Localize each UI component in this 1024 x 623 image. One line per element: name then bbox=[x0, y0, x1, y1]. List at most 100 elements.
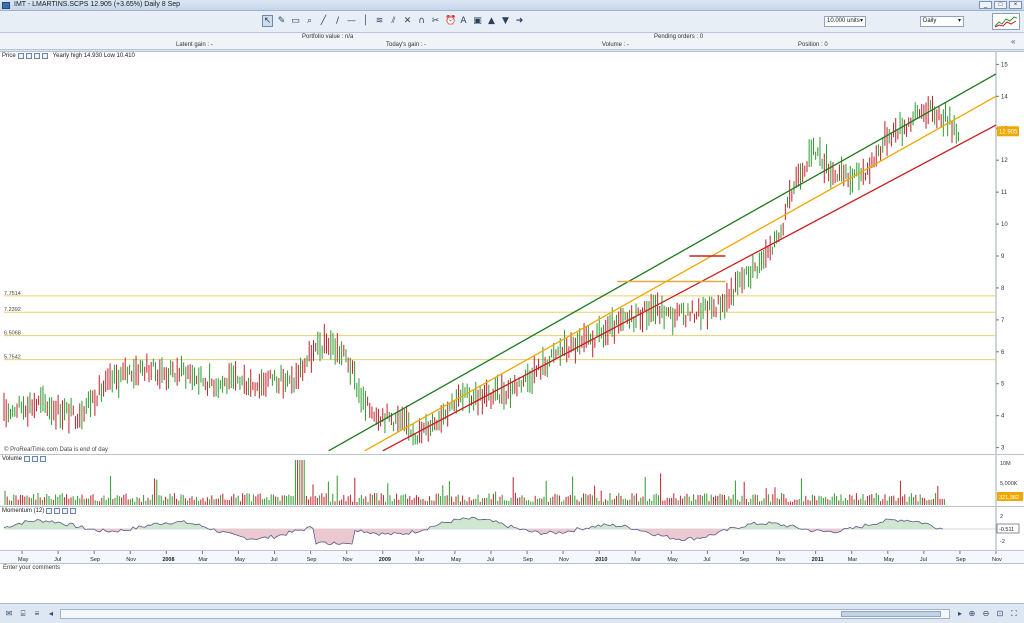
zoom-icon[interactable]: ⌕ bbox=[304, 15, 315, 27]
chart-type-button[interactable] bbox=[992, 13, 1020, 30]
volume-tick-label: 5,000K bbox=[1000, 481, 1018, 487]
channel-icon[interactable]: ⫽ bbox=[388, 15, 399, 27]
position-info[interactable]: Position : 0 bbox=[798, 42, 828, 48]
window-controls: _ □ × bbox=[979, 1, 1022, 9]
trendline bbox=[382, 124, 997, 452]
window-icon[interactable] bbox=[25, 53, 32, 59]
wrench-icon[interactable] bbox=[17, 53, 24, 59]
y-tick-label: 7 bbox=[1001, 318, 1005, 324]
y-tick-label: 10 bbox=[1001, 222, 1008, 228]
wrench-icon[interactable] bbox=[24, 456, 31, 462]
comment-area[interactable]: Enter your comments bbox=[0, 563, 1024, 603]
down-arrow-icon[interactable]: ▼ bbox=[500, 15, 511, 27]
cross-icon[interactable]: ✕ bbox=[402, 15, 413, 27]
y-tick-label: 4 bbox=[1001, 414, 1005, 420]
minimize-button[interactable]: _ bbox=[979, 1, 992, 9]
chevron-down-icon: ▾ bbox=[859, 18, 863, 24]
momentum-tick-label: -2 bbox=[1000, 539, 1005, 545]
todays-gain: Today's gain : - bbox=[386, 42, 427, 48]
volume-chart[interactable]: 10M 5,000K 321,382 bbox=[0, 455, 1024, 507]
price-panel-label: Price bbox=[2, 53, 16, 59]
volume-tick-label: 10M bbox=[1000, 461, 1011, 467]
y-tick-label: 11 bbox=[1001, 190, 1008, 196]
window-icon[interactable] bbox=[54, 508, 61, 514]
level-label: 5.7542 bbox=[4, 355, 21, 361]
close-panel-icon[interactable] bbox=[40, 456, 47, 462]
line-icon[interactable]: / bbox=[332, 15, 343, 27]
close-button[interactable]: × bbox=[1009, 1, 1022, 9]
eraser-icon[interactable]: ▭ bbox=[290, 15, 301, 27]
settings-icon[interactable] bbox=[33, 53, 40, 59]
pending-orders[interactable]: Pending orders : 0 bbox=[654, 34, 703, 40]
price-chart[interactable]: 34567891011121314157.75147.23926.50685.7… bbox=[0, 52, 1024, 455]
zoom-out-icon[interactable]: ⊖ bbox=[981, 609, 991, 619]
drawing-toolbar: ↖ ✎ ▭ ⌕ ╱ / — │ ≋ ⫽ ✕ ∩ ✂ ⏰ A ▣ ▲ ▼ ➜ 10.000 units ▾ Daily ▾ bbox=[0, 11, 1024, 33]
volume-bars bbox=[4, 460, 945, 505]
last-price-label: 12.905 bbox=[999, 129, 1018, 135]
y-tick-label: 6 bbox=[1001, 350, 1005, 356]
units-select-value: 10.000 units bbox=[827, 18, 860, 24]
chart-type-icon bbox=[994, 16, 1018, 28]
volume-info: Volume : - bbox=[602, 42, 630, 48]
horizontal-line-icon[interactable]: — bbox=[346, 15, 357, 27]
pencil-icon[interactable]: ✎ bbox=[276, 15, 287, 27]
settings-icon[interactable] bbox=[32, 456, 39, 462]
comment-placeholder: Enter your comments bbox=[3, 565, 61, 571]
momentum-chart[interactable]: 2 -2 -0.511 bbox=[0, 507, 1024, 551]
link-icon[interactable]: ⌸ bbox=[18, 609, 28, 619]
y-tick-label: 3 bbox=[1001, 446, 1005, 452]
portfolio-value: Portfolio value : n/a bbox=[302, 34, 354, 40]
level-label: 7.7514 bbox=[4, 291, 21, 297]
momentum-tick-label: 2 bbox=[1000, 514, 1003, 520]
volume-panel: Volume 10M 5,000K 321,382 bbox=[0, 454, 1024, 507]
wrench-icon[interactable] bbox=[46, 508, 53, 514]
momentum-panel: Momentum (12) 2 -2 -0.511 bbox=[0, 506, 1024, 551]
up-arrow-icon[interactable]: ▲ bbox=[486, 15, 497, 27]
y-tick-label: 14 bbox=[1001, 94, 1008, 100]
fibonacci-icon[interactable]: ≋ bbox=[374, 15, 385, 27]
scroll-right-icon[interactable]: ▸ bbox=[955, 609, 965, 619]
yearly-range: Yearly high 14.930 Low 10.410 bbox=[52, 53, 135, 59]
window-titlebar: IMT - LMARTINS.SCPS 12.905 (+3.65%) Dail… bbox=[0, 0, 1024, 11]
portfolio-infobar: Portfolio value : n/a Pending orders : 0… bbox=[0, 33, 1024, 50]
momentum-positive-area bbox=[4, 517, 943, 529]
zoom-fit-icon[interactable]: ⊡ bbox=[995, 609, 1005, 619]
scroll-left-icon[interactable]: ◂ bbox=[46, 609, 56, 619]
level-label: 7.2392 bbox=[4, 307, 21, 313]
price-bars bbox=[3, 95, 959, 446]
x-axis-panel: May Jul Sep Nov 2008 Mar May Jul Sep Nov 2009 Mar Ma… bbox=[0, 550, 1024, 563]
close-panel-icon[interactable] bbox=[41, 53, 48, 59]
close-panel-icon[interactable] bbox=[70, 508, 77, 514]
period-select[interactable]: Daily ▾ bbox=[920, 16, 964, 27]
status-bar: ✉ ⌸ ≡ ◂ ▸ ⊕ ⊖ ⊡ ⛶ bbox=[0, 603, 1024, 623]
time-scrollbar[interactable] bbox=[60, 609, 950, 619]
list-icon[interactable]: ≡ bbox=[32, 609, 42, 619]
zoom-in-icon[interactable]: ⊕ bbox=[967, 609, 977, 619]
y-tick-label: 8 bbox=[1001, 286, 1005, 292]
units-select[interactable]: 10.000 units ▾ bbox=[824, 16, 866, 27]
y-tick-label: 9 bbox=[1001, 254, 1005, 260]
pointer-icon[interactable]: ↖ bbox=[262, 15, 273, 27]
window-title: IMT - LMARTINS.SCPS 12.905 (+3.65%) Dail… bbox=[14, 1, 181, 8]
volume-last-label: 321,382 bbox=[999, 495, 1019, 501]
alarm-icon[interactable]: ⏰ bbox=[444, 15, 456, 27]
text-icon[interactable]: A bbox=[458, 15, 469, 27]
latent-gain: Latent gain : - bbox=[176, 42, 213, 48]
momentum-last-label: -0.511 bbox=[999, 527, 1014, 533]
settings-icon[interactable] bbox=[62, 508, 69, 514]
scissors-icon[interactable]: ✂ bbox=[430, 15, 441, 27]
chevron-down-icon: ▾ bbox=[957, 18, 961, 24]
volume-panel-label: Volume bbox=[2, 456, 23, 462]
magnet-icon[interactable]: ∩ bbox=[416, 15, 427, 27]
trendline-icon[interactable]: ╱ bbox=[318, 15, 329, 27]
app-icon bbox=[2, 2, 10, 9]
right-arrow-icon[interactable]: ➜ bbox=[514, 15, 525, 27]
mail-icon[interactable]: ✉ bbox=[4, 609, 14, 619]
collapse-icon[interactable]: « bbox=[1011, 37, 1020, 46]
rectangle-icon[interactable]: ▣ bbox=[472, 15, 483, 27]
scrollbar-thumb[interactable] bbox=[841, 611, 941, 617]
fullscreen-icon[interactable]: ⛶ bbox=[1009, 609, 1019, 619]
price-panel: Price Yearly high 14.930 Low 10.410 3 4 5 6… bbox=[0, 51, 1024, 455]
vertical-line-icon[interactable]: │ bbox=[360, 15, 371, 27]
maximize-button[interactable]: □ bbox=[994, 1, 1007, 9]
